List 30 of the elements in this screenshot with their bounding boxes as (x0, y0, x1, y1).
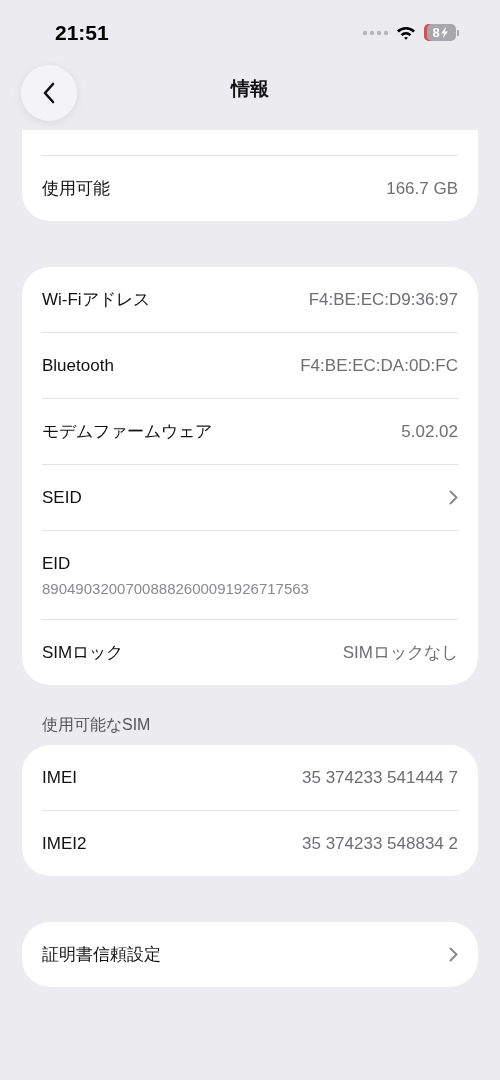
row-value: SIMロックなし (342, 642, 458, 664)
section-header: 使用可能なSIM (41, 715, 152, 735)
row-value: 35 374233 541444 7 (302, 767, 458, 788)
row-label: IMEI (42, 767, 77, 788)
row-label: 使用可能 (42, 178, 110, 200)
chevron-right-icon (449, 947, 458, 962)
back-chevron-icon (42, 82, 56, 104)
row-value: 5.02.02 (401, 421, 458, 442)
row-label: SIMロック (42, 642, 124, 664)
row-label: EID (42, 553, 71, 574)
row-value: 35 374233 548834 2 (302, 833, 458, 854)
row-value: F4:BE:EC:D9:36:97 (308, 289, 458, 310)
row-value: 89049032007008882600091926717563 (42, 579, 309, 597)
row-value: F4:BE:EC:DA:0D:FC (300, 355, 458, 376)
row-label: Bluetooth (42, 355, 114, 376)
battery-percent: 8 (432, 25, 440, 40)
page-title: 情報 (231, 76, 269, 101)
bolt-icon (440, 27, 448, 38)
wifi-icon (396, 25, 416, 40)
clock-time: 21:51 (55, 20, 109, 45)
signal-dots-icon (362, 29, 388, 36)
list-row[interactable]: SEID (42, 465, 458, 531)
row-label: IMEI2 (42, 833, 87, 854)
row-label: 証明書信頼設定 (42, 944, 161, 966)
row-label: モデムファームウェア (42, 421, 212, 443)
row-label: Wi-Fiアドレス (42, 289, 150, 311)
list-row[interactable]: 証明書信頼設定 (42, 922, 458, 987)
row-label: SEID (42, 487, 82, 508)
chevron-right-icon (449, 490, 458, 505)
row-value: 166.7 GB (386, 178, 458, 199)
